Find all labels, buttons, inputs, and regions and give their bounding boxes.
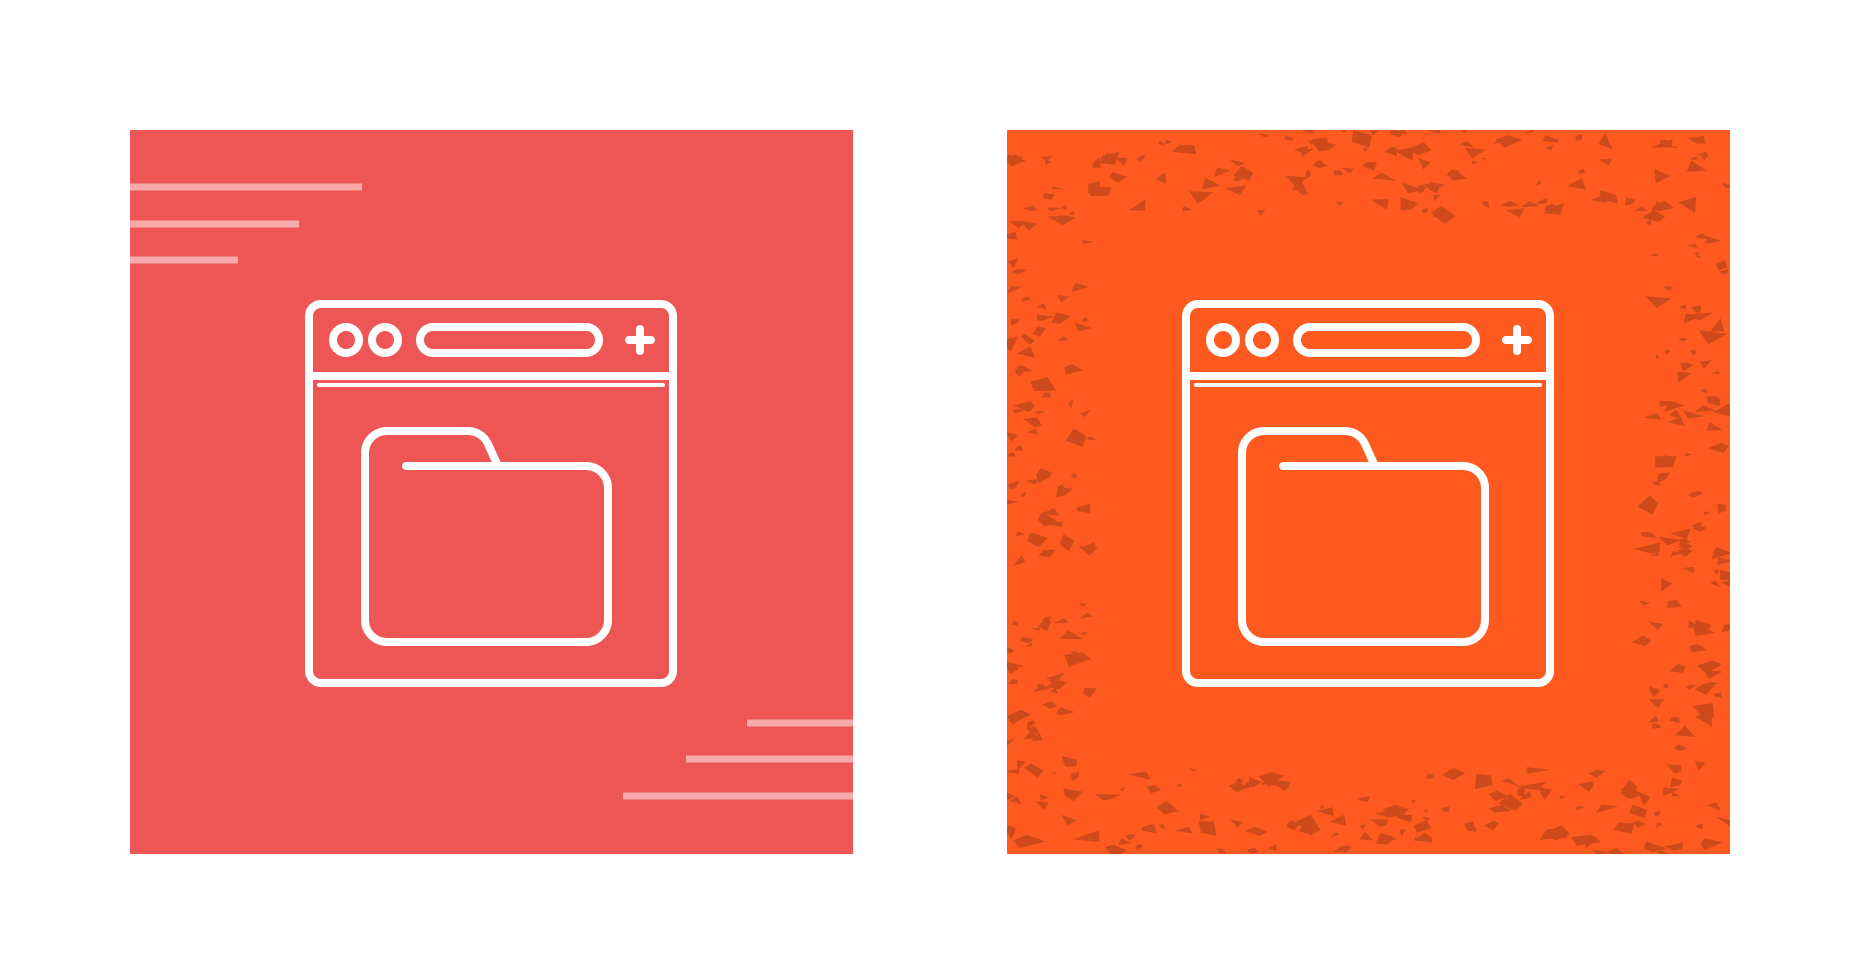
icon-tile-flat: [130, 130, 853, 854]
browser-folder-icon: [1007, 130, 1730, 854]
icon-tile-grunge: [1007, 130, 1730, 854]
texture-fleck: [1087, 181, 1101, 195]
tile-background: [130, 130, 853, 854]
browser-folder-icon: [130, 130, 853, 854]
tile-background: [1007, 130, 1730, 854]
